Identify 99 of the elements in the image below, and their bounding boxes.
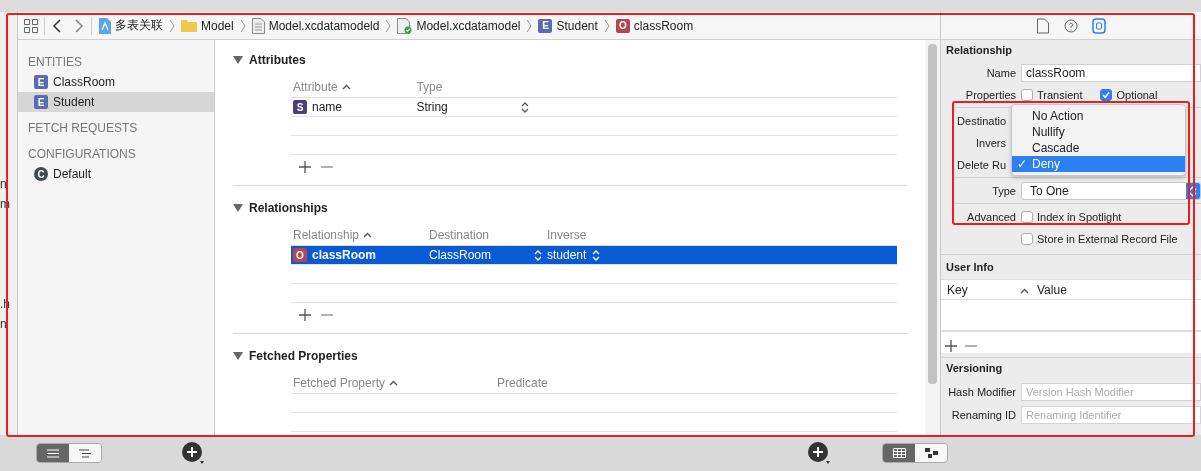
entity-badge: C — [34, 167, 48, 181]
file-icon[interactable] — [1036, 17, 1050, 34]
stepper-icon[interactable] — [521, 101, 530, 113]
field-label: Destinatio — [956, 115, 1007, 127]
type-badge: S — [293, 100, 307, 114]
scrollbar-thumb[interactable] — [928, 44, 937, 384]
grid-icon[interactable] — [24, 18, 38, 33]
field-label: Hash Modifier — [947, 385, 1017, 398]
checkbox-label: Index in Spotlight — [1037, 211, 1122, 223]
background-text: n — [0, 176, 8, 192]
sidebar-item[interactable]: E ClassRoom — [18, 72, 214, 92]
data-model-icon[interactable] — [1092, 17, 1106, 34]
background-text: n — [0, 316, 8, 332]
inspector-section-title: User Info — [945, 260, 995, 275]
disclosure-triangle-icon[interactable] — [233, 351, 243, 361]
breadcrumb[interactable]: Model.xcdatamodel — [397, 17, 521, 34]
graph-style-button[interactable] — [915, 444, 947, 462]
section-title: Attributes — [249, 53, 306, 67]
sidebar-item-label: Default — [53, 167, 92, 181]
sidebar-section-title: ENTITIES — [27, 54, 83, 71]
field-label: Name — [985, 67, 1017, 79]
checkbox[interactable] — [1021, 211, 1033, 223]
checkbox[interactable] — [1021, 233, 1033, 245]
disclosure-triangle-icon[interactable] — [233, 203, 243, 213]
add-icon[interactable] — [945, 339, 957, 352]
checkbox-label: Store in External Record File — [1037, 233, 1178, 245]
section-title: Relationships — [249, 201, 328, 215]
checkbox-label: Optional — [1116, 89, 1158, 101]
field-label: Invers — [975, 137, 1007, 149]
app-project-icon — [98, 17, 111, 34]
table-cell-text: ClassRoom — [429, 248, 492, 262]
table-cell: name — [312, 100, 343, 114]
add-attribute-button[interactable] — [806, 440, 832, 466]
table-cell-text: String — [416, 100, 449, 114]
breadcrumb[interactable]: Model.xcdatamodeld — [251, 17, 380, 34]
document-checked-icon — [397, 17, 413, 34]
field-label: Properties — [964, 89, 1017, 101]
column-header[interactable]: Inverse — [547, 227, 587, 242]
path-separator-icon — [385, 18, 392, 33]
column-header[interactable]: Relationship — [293, 227, 360, 242]
help-icon[interactable] — [1064, 17, 1078, 34]
sidebar-item[interactable]: E Student — [18, 92, 214, 112]
column-header[interactable]: Value — [1037, 282, 1067, 297]
list-icon — [47, 448, 59, 458]
menu-item[interactable]: No Action — [1012, 108, 1185, 124]
inspector-section-title: Versioning — [945, 361, 1004, 376]
table-row[interactable]: S name String — [291, 98, 897, 117]
entity-badge: E — [34, 75, 48, 89]
menu-item[interactable]: Cascade — [1012, 140, 1185, 156]
add-icon[interactable] — [299, 161, 311, 173]
menu-item[interactable]: Nullify — [1012, 124, 1185, 140]
document-icon — [251, 17, 265, 34]
text-field[interactable]: Renaming Identifier — [1021, 405, 1201, 424]
text-field[interactable]: Version Hash Modifier — [1021, 382, 1201, 401]
column-header[interactable]: Predicate — [497, 375, 548, 390]
checkbox[interactable] — [1021, 89, 1033, 101]
column-header[interactable]: Attribute — [293, 79, 338, 94]
list-view-button[interactable] — [37, 444, 69, 462]
breadcrumb[interactable]: Model — [181, 18, 234, 33]
field-label: Advanced — [966, 211, 1017, 223]
column-header[interactable]: Destination — [429, 227, 490, 242]
sidebar-section-title: FETCH REQUESTS — [27, 120, 139, 137]
disclosure-triangle-icon[interactable] — [233, 55, 243, 65]
entity-badge: E — [34, 95, 48, 109]
menu-item[interactable]: ✓ Deny — [1012, 156, 1185, 172]
column-header[interactable]: Key — [947, 282, 968, 297]
path-separator-icon — [239, 18, 246, 33]
checkbox-label: Transient — [1037, 89, 1083, 101]
table-cell: student — [547, 248, 587, 262]
path-separator-icon — [169, 18, 175, 33]
breadcrumb[interactable]: O classRoom — [615, 18, 694, 33]
add-icon[interactable] — [299, 309, 311, 321]
checkmark: ✓ — [1017, 157, 1027, 171]
table-cell: classRoom — [312, 248, 377, 262]
diagram-icon — [924, 448, 938, 458]
checkbox[interactable] — [1100, 89, 1113, 101]
field-label: Renaming ID — [950, 408, 1017, 421]
sidebar-item-label: ClassRoom — [53, 75, 115, 89]
breadcrumb[interactable]: 多表关联 — [98, 17, 163, 34]
add-entity-button[interactable] — [180, 440, 206, 466]
path-separator-icon — [603, 18, 610, 33]
table-style-button[interactable] — [883, 444, 915, 462]
outline-icon — [79, 448, 91, 458]
folder-icon — [181, 19, 197, 32]
field-label: Type — [991, 185, 1017, 197]
sidebar-section-title: CONFIGURATIONS — [27, 146, 137, 163]
name-field[interactable]: classRoom — [1021, 64, 1201, 82]
table-icon — [892, 448, 906, 458]
section-title: Fetched Properties — [249, 349, 358, 363]
type-badge: O — [293, 248, 307, 262]
type-popup[interactable]: To One — [1021, 182, 1201, 200]
sidebar-item-label: Student — [53, 95, 95, 109]
inspector-section-title: Relationship — [945, 43, 1013, 58]
breadcrumb[interactable]: E Student — [538, 18, 598, 33]
column-header[interactable]: Type — [416, 79, 443, 94]
column-header[interactable]: Fetched Property — [293, 375, 386, 390]
path-separator-icon — [526, 18, 533, 33]
sidebar-item[interactable]: C Default — [18, 164, 214, 184]
field-label: Delete Ru — [956, 159, 1007, 171]
